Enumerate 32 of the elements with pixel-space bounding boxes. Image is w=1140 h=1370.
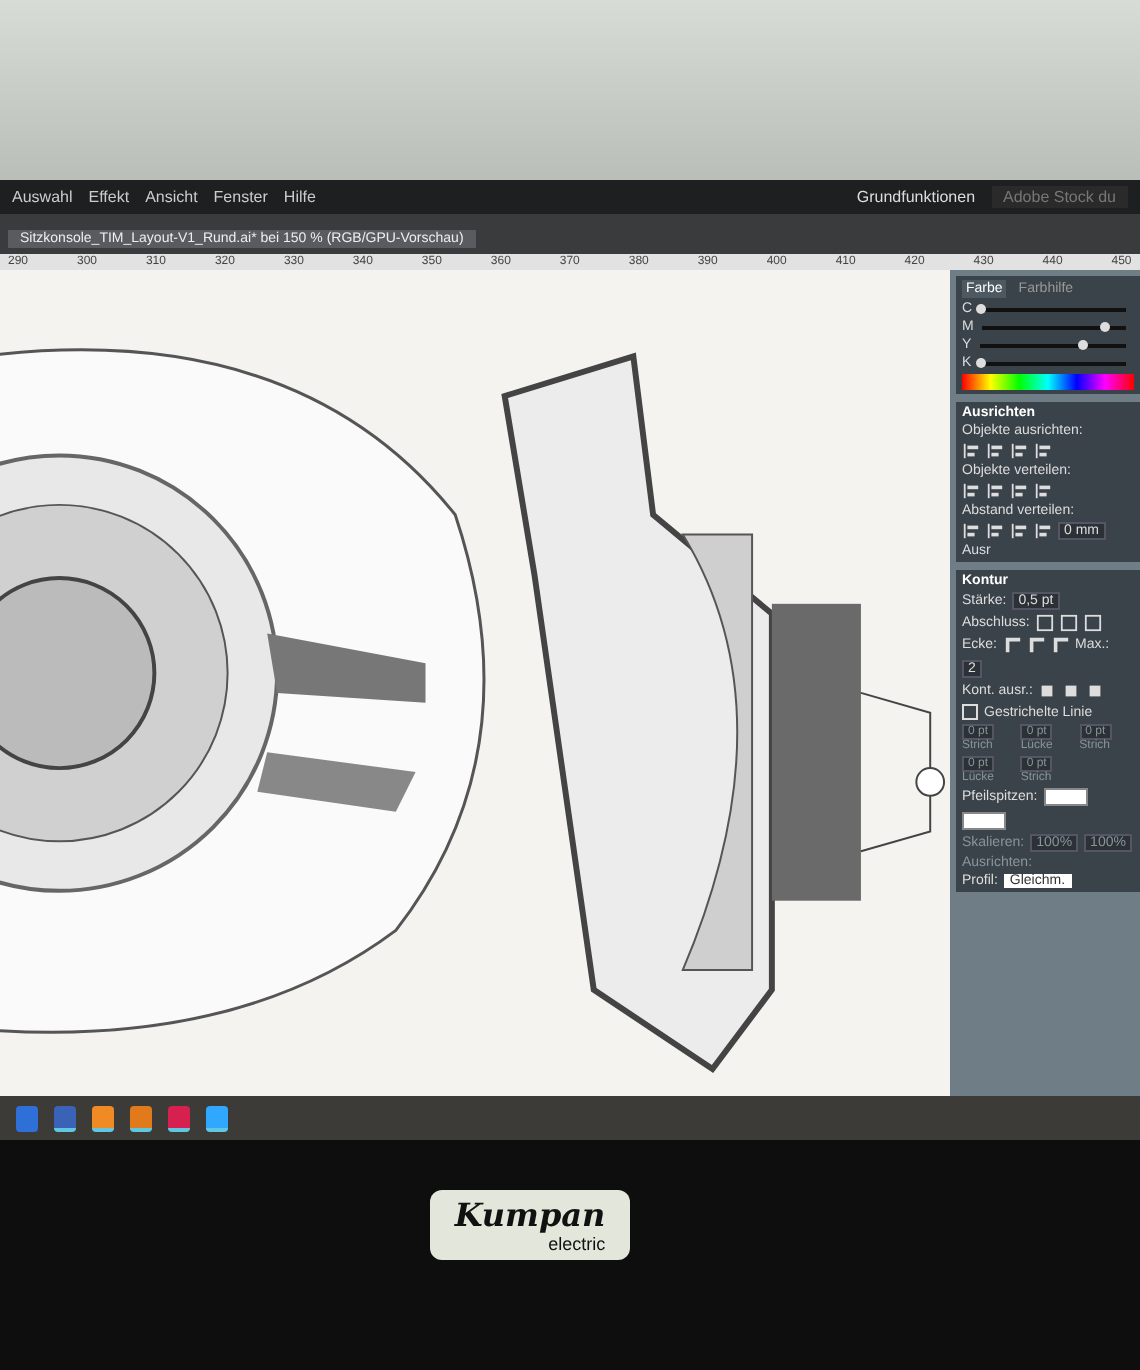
align-icon[interactable]: [986, 522, 1004, 540]
dashed-checkbox[interactable]: [962, 704, 978, 720]
app-icon[interactable]: [206, 1105, 228, 1131]
align-icon[interactable]: [962, 442, 980, 460]
align-icon[interactable]: [1034, 482, 1052, 500]
menu-item[interactable]: Ansicht: [145, 188, 198, 206]
align-icon[interactable]: [1034, 522, 1052, 540]
color-spectrum[interactable]: [962, 374, 1134, 390]
slider-thumb[interactable]: [976, 303, 987, 313]
align-icon[interactable]: [1010, 482, 1028, 500]
app-icon[interactable]: [54, 1105, 76, 1131]
slider-thumb[interactable]: [975, 357, 986, 367]
menu-item[interactable]: Hilfe: [283, 188, 316, 206]
align-icon[interactable]: [986, 482, 1004, 500]
menu-item[interactable]: Effekt: [88, 188, 130, 206]
brand-name: Kumpan: [454, 1196, 606, 1234]
menu-item[interactable]: Auswahl: [12, 188, 73, 206]
app-icon[interactable]: [130, 1105, 152, 1131]
menu-item[interactable]: Fenster: [213, 188, 268, 206]
app-icon[interactable]: [168, 1105, 190, 1131]
workspace-switcher[interactable]: Grundfunktionen: [856, 188, 976, 206]
brand-subtitle: electric: [548, 1234, 606, 1254]
align-icon[interactable]: [962, 522, 980, 540]
align-icon[interactable]: [1010, 442, 1028, 460]
align-icon[interactable]: [1010, 522, 1028, 540]
slider-thumb[interactable]: [1100, 321, 1111, 331]
slider-thumb[interactable]: [1078, 339, 1088, 349]
arrowhead-dropdown[interactable]: [1043, 788, 1088, 806]
align-icon[interactable]: [986, 442, 1004, 460]
align-icon[interactable]: [962, 482, 980, 500]
align-icon[interactable]: [1034, 442, 1052, 460]
app-icon[interactable]: [92, 1105, 114, 1131]
